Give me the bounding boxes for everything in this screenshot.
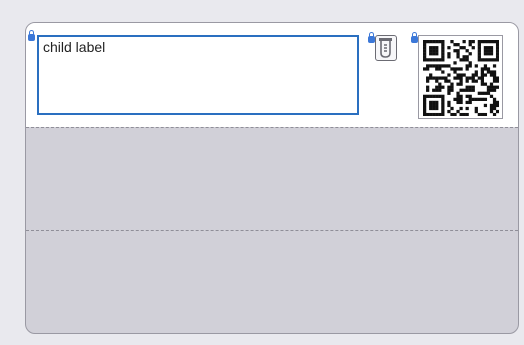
section-divider — [26, 230, 518, 231]
label-card: child label — [25, 22, 519, 334]
section-divider — [26, 127, 518, 128]
lock-icon — [368, 32, 375, 43]
label-top-section[interactable]: child label — [26, 23, 518, 127]
qr-code-icon — [423, 40, 499, 116]
lock-icon — [28, 30, 35, 41]
test-tube-icon[interactable] — [375, 35, 397, 61]
child-label-text: child label — [43, 39, 106, 55]
lock-icon — [411, 32, 418, 43]
qr-code-field[interactable] — [418, 35, 503, 119]
child-label-field[interactable]: child label — [37, 35, 359, 115]
